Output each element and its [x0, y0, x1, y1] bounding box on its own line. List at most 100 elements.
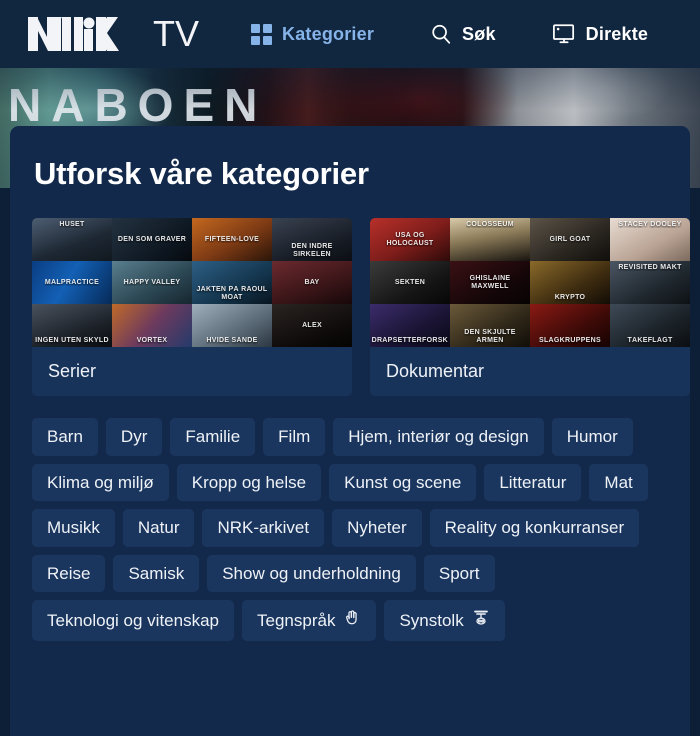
- category-chip-label: Natur: [137, 518, 180, 538]
- category-chip-label: Barn: [47, 427, 83, 446]
- thumbnail-title: REVISITED MAKT: [618, 264, 682, 271]
- thumbnail: HUSET: [32, 218, 112, 261]
- thumbnail-title: MALPRACTICE: [44, 278, 100, 286]
- feature-cards: HUSET DEN SOM GRAVER FIFTEEN-LOVE DEN INDRE…: [32, 218, 690, 396]
- thumbnail: GIRL GOAT: [530, 218, 610, 261]
- thumbnail: DEN INDRE SIRKELEN: [272, 218, 352, 261]
- thumbnail: DRAPSETTERFORSKNING: [370, 304, 450, 347]
- category-chip-label: Reality og konkurranser: [444, 518, 625, 538]
- category-chip-mat[interactable]: Mat: [589, 463, 648, 502]
- audio-description-icon: [472, 609, 490, 632]
- thumbnail: HAPPY VALLEY: [112, 261, 192, 304]
- sign-language-icon: [346, 610, 358, 625]
- thumbnail: TÅKEFLAGT: [610, 304, 690, 347]
- nav-label-sok: Søk: [462, 23, 496, 44]
- thumbnail: REVISITED MAKT: [610, 261, 690, 304]
- top-navigation-bar: TV Kategorier Søk Direkte: [0, 0, 700, 68]
- nrk-logo-icon: [28, 17, 119, 51]
- feature-card-label-serier: Serier: [48, 361, 97, 381]
- category-chip-tegnspråk[interactable]: Tegnspråk: [242, 600, 377, 641]
- category-chip-nyheter[interactable]: Nyheter: [332, 509, 422, 547]
- thumbnail-title: JAKTEN PÅ RAOUL MOAT: [196, 286, 268, 301]
- category-chip-kropp-og-helse[interactable]: Kropp og helse: [176, 463, 322, 502]
- category-chip-label: NRK-arkivet: [217, 518, 310, 538]
- category-chip-film[interactable]: Film: [263, 418, 326, 456]
- thumbnail-title: SLAGKRUPPENS: [539, 336, 601, 344]
- thumbnail-title: SEKTEN: [394, 278, 426, 286]
- thumbnail-title: HVIDE SANDE: [206, 336, 258, 344]
- feature-card-serier[interactable]: HUSET DEN SOM GRAVER FIFTEEN-LOVE DEN INDRE…: [32, 218, 352, 396]
- category-chip-reality-og-konkurranser[interactable]: Reality og konkurranser: [429, 509, 640, 547]
- thumbnail: SEKTEN: [370, 261, 450, 304]
- category-chip-humor[interactable]: Humor: [551, 418, 633, 456]
- category-chip-natur[interactable]: Natur: [122, 509, 195, 547]
- thumbnail-title: DEN SKJULTE ARMEN: [464, 329, 516, 344]
- category-chip-label: Mat: [604, 472, 633, 492]
- category-chip-sport[interactable]: Sport: [423, 554, 495, 593]
- category-chip-familie[interactable]: Familie: [170, 418, 256, 456]
- thumbnail: COLOSSEUM: [450, 218, 530, 261]
- nav-label-direkte: Direkte: [585, 23, 649, 44]
- thumbnail: GHISLAINE MAXWELL: [450, 261, 530, 304]
- category-chip-klima-og-miljø[interactable]: Klima og miljø: [32, 463, 169, 502]
- feature-card-label-dokumentar: Dokumentar: [386, 361, 485, 381]
- thumbnail: MALPRACTICE: [32, 261, 112, 304]
- category-chip-label: Musikk: [47, 518, 100, 538]
- nav-item-sok[interactable]: Søk: [420, 17, 506, 51]
- nrk-tv-logo[interactable]: TV: [28, 12, 199, 56]
- sign-language-icon: [343, 609, 361, 632]
- grid-icon: [251, 23, 273, 45]
- category-chip-show-og-underholdning[interactable]: Show og underholdning: [207, 554, 416, 593]
- category-chip-musikk[interactable]: Musikk: [32, 509, 115, 547]
- category-chip-label: Familie: [185, 427, 241, 446]
- thumbnail: JAKTEN PÅ RAOUL MOAT: [192, 261, 272, 304]
- thumbnail: KRYPTO: [530, 261, 610, 304]
- nav-items: Kategorier Søk Direkte: [241, 17, 694, 51]
- category-chip-label: Klima og miljø: [47, 472, 154, 492]
- thumbnail-title: BAY: [304, 278, 320, 286]
- thumbnail: STACEY DOOLEY: [610, 218, 690, 261]
- categories-panel: Utforsk våre kategorier HUSET DEN SOM GRA…: [10, 126, 690, 736]
- thumbnail-title: COLOSSEUM: [466, 221, 514, 228]
- thumbnail: DEN SKJULTE ARMEN: [450, 304, 530, 347]
- category-chip-hjem-interiør-og-design[interactable]: Hjem, interiør og design: [333, 418, 544, 456]
- category-chip-label: Film: [278, 427, 311, 446]
- thumbnail-title: INGEN UTEN SKYLD: [35, 336, 109, 344]
- category-chip-label: Nyheter: [347, 518, 407, 538]
- category-chip-barn[interactable]: Barn: [32, 418, 98, 456]
- category-chip-litteratur[interactable]: Litteratur: [484, 463, 582, 502]
- logo-tv-word: TV: [153, 13, 200, 54]
- thumbnail: FIFTEEN-LOVE: [192, 218, 272, 261]
- live-tv-icon: [552, 24, 574, 44]
- category-chip-label: Dyr: [120, 427, 148, 446]
- category-chip-label: Litteratur: [499, 472, 567, 492]
- category-chip-label: Kropp og helse: [191, 472, 307, 492]
- category-chip-synstolk[interactable]: Synstolk: [384, 600, 505, 641]
- category-chip-reise[interactable]: Reise: [32, 554, 106, 593]
- category-chip-teknologi-og-vitenskap[interactable]: Teknologi og vitenskap: [32, 600, 235, 641]
- thumbnail-title: HAPPY VALLEY: [123, 278, 181, 286]
- category-chip-nrk-arkivet[interactable]: NRK-arkivet: [202, 509, 325, 547]
- thumbnail: ALEX: [272, 304, 352, 347]
- category-chip-label: Tegnspråk: [257, 610, 336, 630]
- thumbnail-title: TÅKEFLAGT: [627, 336, 673, 344]
- thumbnail-title: VORTEX: [136, 336, 168, 344]
- thumbnail: USA OG HOLOCAUST: [370, 218, 450, 261]
- category-chip-dyr[interactable]: Dyr: [105, 418, 163, 456]
- thumbnail-title: DEN SOM GRAVER: [117, 235, 187, 243]
- nav-item-direkte[interactable]: Direkte: [542, 17, 658, 51]
- feature-card-dokumentar[interactable]: USA OG HOLOCAUST COLOSSEUM GIRL GOAT STACEY…: [370, 218, 690, 396]
- category-chip-samisk[interactable]: Samisk: [113, 554, 200, 593]
- thumbnail-grid-dokumentar: USA OG HOLOCAUST COLOSSEUM GIRL GOAT STACEY…: [370, 218, 690, 347]
- thumbnail: HVIDE SANDE: [192, 304, 272, 347]
- category-chip-label: Humor: [566, 427, 618, 446]
- thumbnail-title: GIRL GOAT: [549, 235, 591, 243]
- thumbnail-title: GHISLAINE MAXWELL: [469, 275, 511, 290]
- category-chip-label: Synstolk: [399, 610, 464, 630]
- nav-item-kategorier[interactable]: Kategorier: [241, 18, 384, 51]
- category-chip-label: Teknologi og vitenskap: [47, 610, 220, 630]
- category-chip-kunst-og-scene[interactable]: Kunst og scene: [329, 463, 477, 502]
- thumbnail-title: ALEX: [302, 321, 322, 329]
- category-chip-label: Hjem, interiør og design: [348, 427, 529, 446]
- thumbnail: BAY: [272, 261, 352, 304]
